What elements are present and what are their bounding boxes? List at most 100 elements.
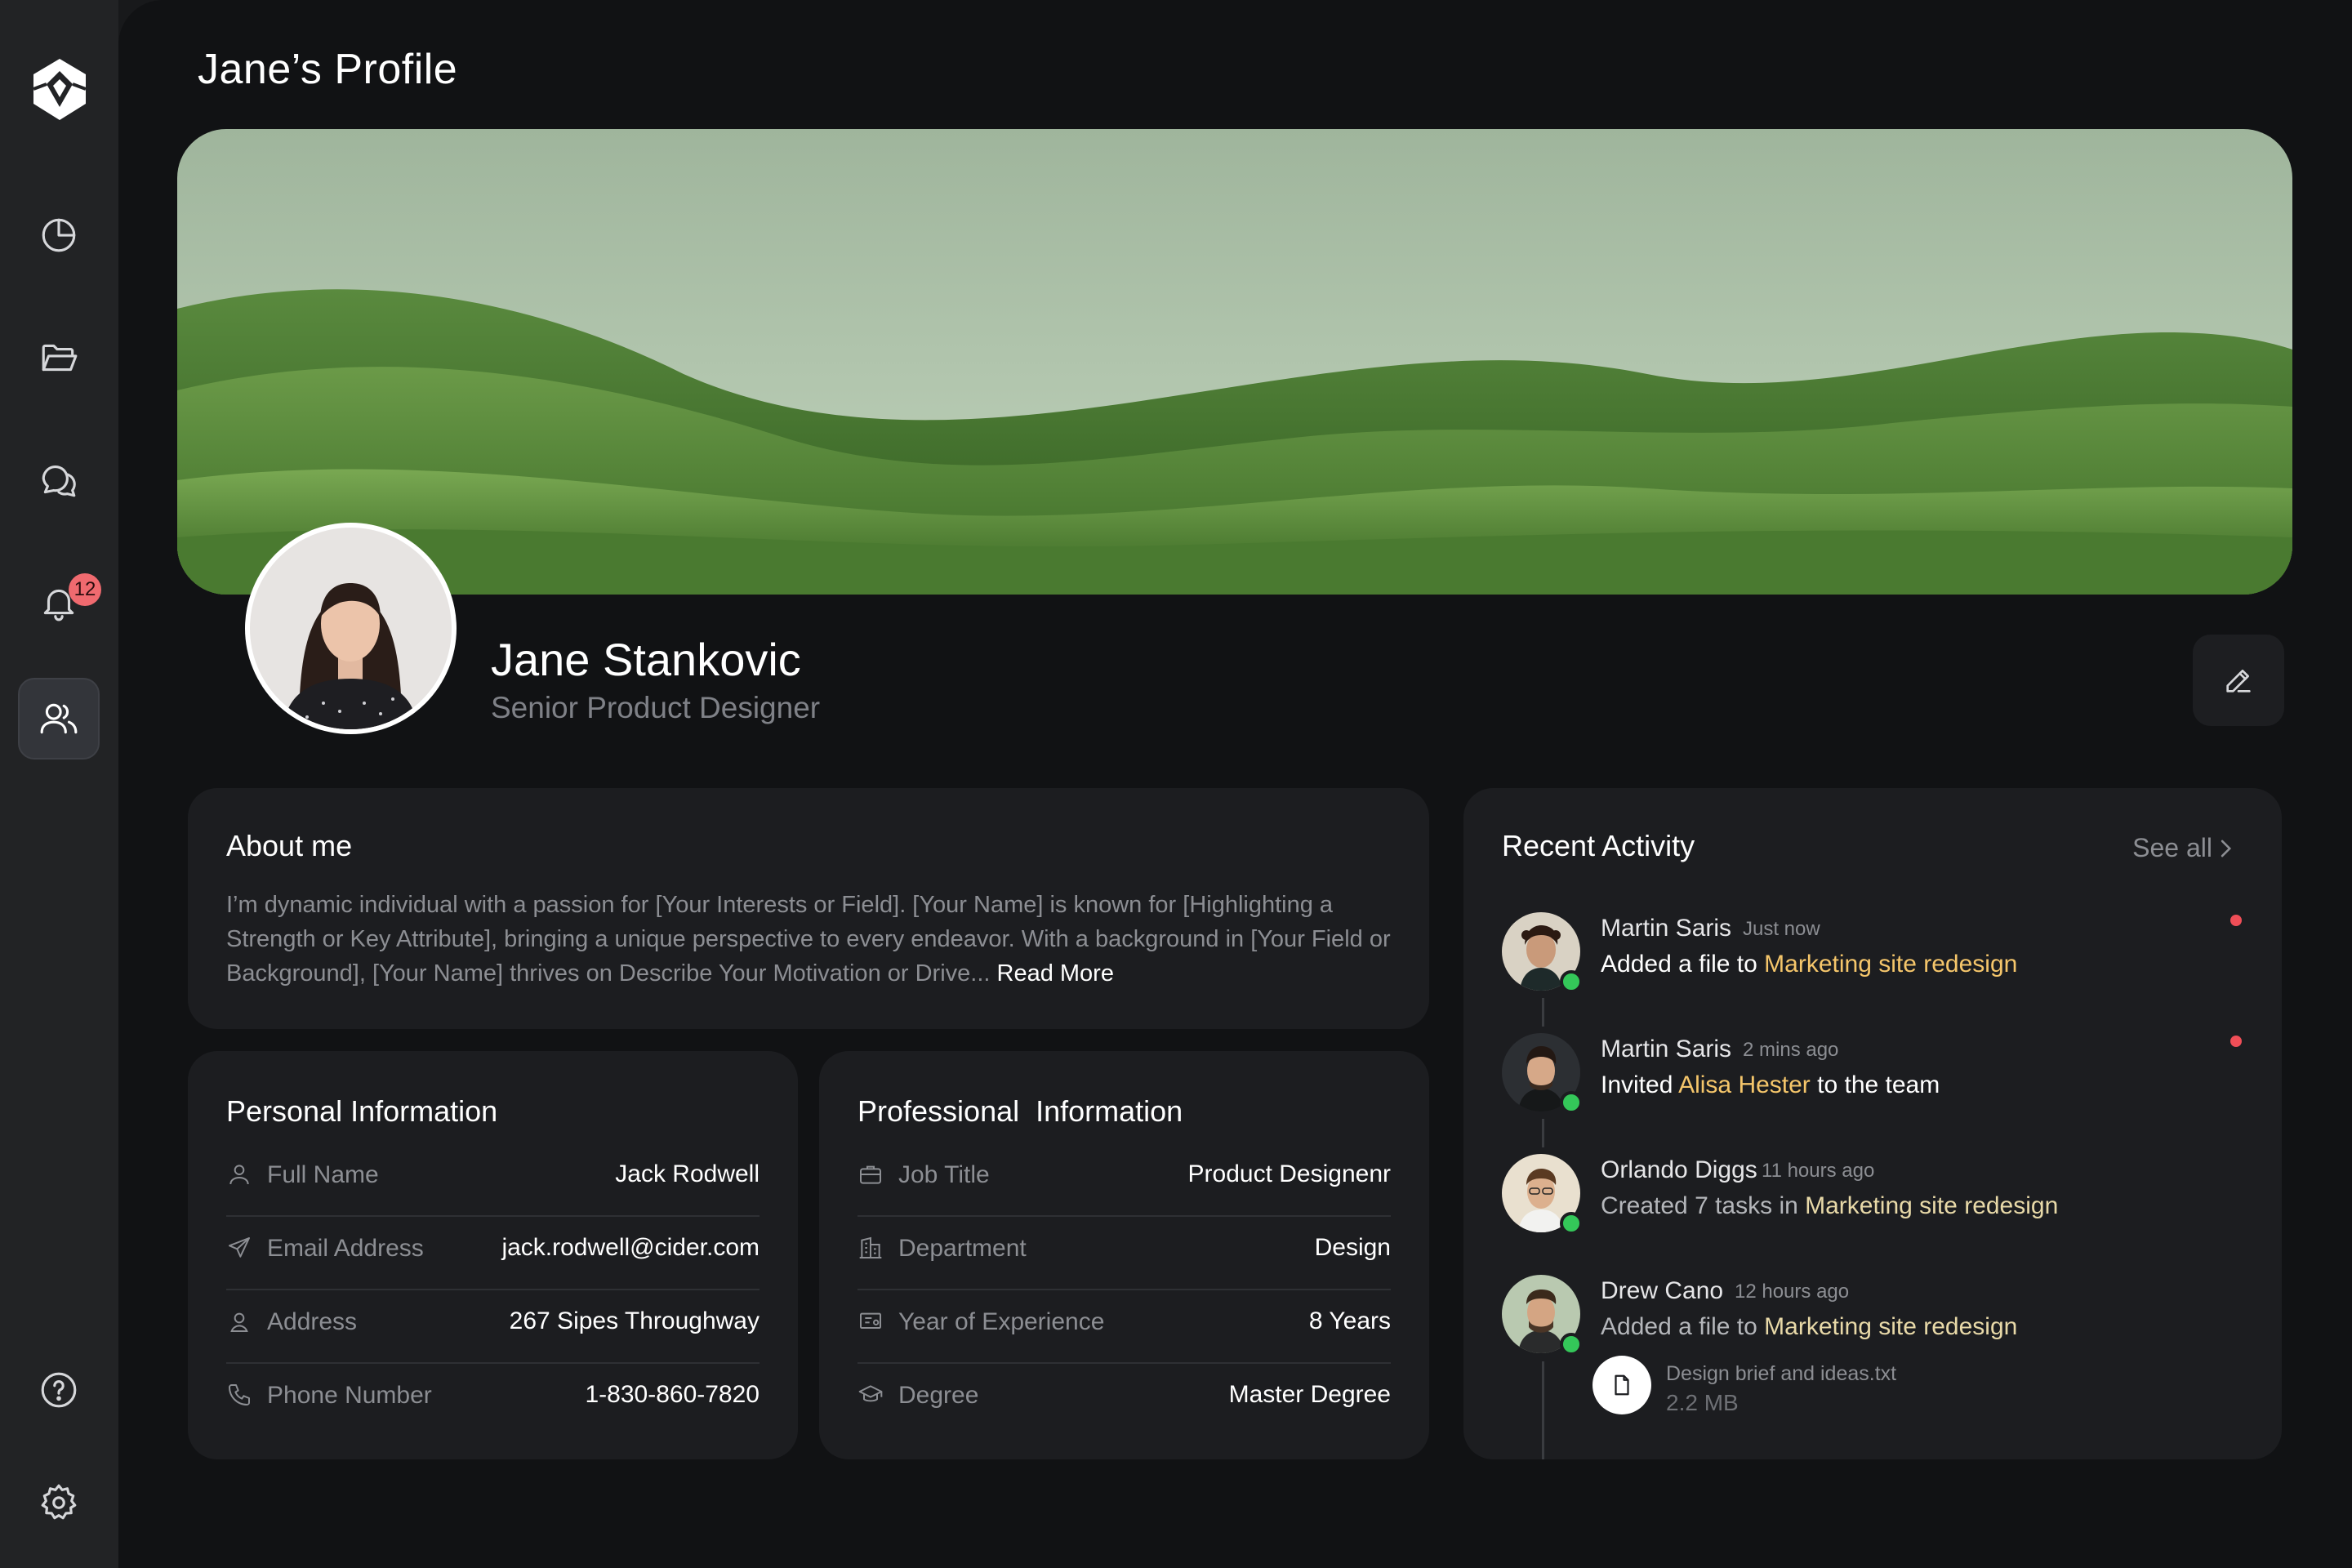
main-content: Jane’s Profile Jane Stankovic Senior Pro… — [118, 0, 2352, 1568]
profile-role: Senior Product Designer — [491, 691, 821, 724]
professional-info-card: Professional Information Job Title Produ… — [819, 1051, 1429, 1459]
file-name[interactable]: Design brief and ideas.txt — [1666, 1362, 1896, 1386]
activity-user-name: Orlando Diggs — [1601, 1156, 1757, 1183]
nav-notifications[interactable]: 12 — [18, 562, 101, 644]
timeline-line — [1542, 1361, 1544, 1459]
chevron-right-icon[interactable] — [2216, 838, 2234, 859]
nav-files[interactable] — [18, 317, 100, 399]
timeline-line — [1542, 998, 1544, 1027]
info-value: Design — [1314, 1234, 1391, 1261]
info-label: Address — [267, 1308, 358, 1335]
info-value: 8 Years — [1308, 1307, 1391, 1334]
personal-info-title: Personal Information — [226, 1094, 498, 1128]
nav-settings[interactable] — [18, 1462, 100, 1544]
send-icon — [229, 1237, 250, 1258]
edit-profile-button[interactable] — [2193, 635, 2284, 726]
chat-icon — [42, 466, 76, 497]
about-card: About me I’m dynamic individual with a p… — [188, 788, 1429, 1029]
unread-indicator — [2230, 1036, 2242, 1047]
online-status-dot — [1560, 1091, 1583, 1114]
profile-name: Jane Stankovic — [491, 634, 801, 685]
sidebar: 12 — [0, 0, 118, 1568]
building-icon — [859, 1236, 882, 1258]
help-icon — [41, 1372, 77, 1408]
folder-icon — [42, 344, 78, 372]
about-text: I’m dynamic individual with a passion fo… — [226, 888, 1410, 991]
read-more-link[interactable]: Read More — [997, 960, 1114, 987]
activity-text: Invited — [1601, 1071, 1679, 1098]
personal-info-card: Personal Information Full Name Jack Rodw… — [188, 1051, 798, 1459]
pie-chart-icon — [42, 218, 76, 252]
logo-icon[interactable] — [30, 56, 89, 123]
online-status-dot — [1560, 1333, 1583, 1356]
info-label: Full Name — [267, 1161, 379, 1188]
info-row-full-name: Full Name Jack Rodwell — [226, 1143, 760, 1217]
nav-help[interactable] — [18, 1349, 100, 1431]
about-body: I’m dynamic individual with a passion fo… — [226, 892, 1391, 987]
file-attachment-icon[interactable] — [1592, 1356, 1651, 1414]
info-row-department: Department Design — [858, 1217, 1391, 1290]
activity-time: Just now — [1743, 918, 1820, 940]
activity-link[interactable]: Alisa Hester — [1678, 1071, 1811, 1098]
info-value: Master Degree — [1228, 1381, 1391, 1408]
nav-analytics[interactable] — [18, 194, 100, 276]
certificate-icon — [860, 1312, 881, 1329]
info-value: 1-830-860-7820 — [585, 1381, 760, 1408]
profile-avatar[interactable] — [245, 523, 457, 734]
activity-description: Invited Alisa Hester to the team — [1601, 1071, 1940, 1099]
see-all-link[interactable]: See all — [2132, 833, 2212, 863]
info-row-experience: Year of Experience 8 Years — [858, 1290, 1391, 1364]
info-value: jack.rodwell@cider.com — [501, 1234, 760, 1261]
nav-team[interactable] — [18, 678, 100, 760]
online-status-dot — [1560, 970, 1583, 993]
info-row-job-title: Job Title Product Designenr — [858, 1143, 1391, 1217]
activity-user-name: Martin Saris — [1601, 1036, 1732, 1062]
activity-time: 11 hours ago — [1762, 1160, 1875, 1182]
info-label: Email Address — [267, 1235, 424, 1262]
activity-time: 2 mins ago — [1743, 1039, 1839, 1061]
online-status-dot — [1560, 1212, 1583, 1235]
cover-image — [177, 129, 2292, 595]
activity-link[interactable]: Marketing site redesign — [1805, 1192, 2058, 1219]
phone-icon — [229, 1384, 250, 1405]
file-icon — [1615, 1374, 1629, 1396]
user-icon — [229, 1165, 249, 1185]
timeline-line — [1542, 1119, 1544, 1147]
info-row-degree: Degree Master Degree — [858, 1364, 1391, 1437]
unread-indicator — [2230, 915, 2242, 926]
activity-text: to the team — [1810, 1071, 1940, 1098]
info-row-email: Email Address jack.rodwell@cider.com — [226, 1217, 760, 1290]
info-label: Department — [898, 1235, 1027, 1262]
info-row-address: Address 267 Sipes Throughway — [226, 1290, 760, 1364]
graduation-cap-icon — [858, 1385, 883, 1402]
notification-badge: 12 — [69, 573, 101, 606]
info-value: Jack Rodwell — [615, 1160, 760, 1187]
professional-info-title: Professional Information — [858, 1094, 1183, 1128]
activity-description: Added a file to Marketing site redesign — [1601, 951, 2017, 978]
recent-activity-card: Recent Activity See all Martin Saris Jus… — [1463, 788, 2282, 1459]
activity-link[interactable]: Marketing site redesign — [1764, 951, 2017, 978]
gear-icon — [41, 1484, 77, 1520]
activity-user-name: Martin Saris — [1601, 915, 1732, 942]
file-size: 2.2 MB — [1666, 1390, 1739, 1415]
pencil-icon — [2226, 670, 2251, 693]
activity-text: Created 7 tasks in — [1601, 1192, 1806, 1219]
page-title: Jane’s Profile — [198, 46, 458, 93]
info-label: Degree — [898, 1382, 979, 1409]
about-title: About me — [226, 829, 353, 862]
info-value: Product Designenr — [1187, 1160, 1391, 1187]
activity-link[interactable]: Marketing site redesign — [1764, 1313, 2017, 1340]
recent-activity-title: Recent Activity — [1502, 829, 1695, 862]
briefcase-icon — [860, 1165, 881, 1184]
activity-user-name: Drew Cano — [1601, 1277, 1724, 1304]
info-value: 267 Sipes Throughway — [509, 1307, 760, 1334]
users-icon — [40, 703, 78, 734]
activity-time: 12 hours ago — [1735, 1281, 1850, 1303]
activity-description: Added a file to Marketing site redesign — [1601, 1313, 2017, 1341]
activity-text: Added a file to — [1601, 1313, 1765, 1340]
info-label: Year of Experience — [898, 1308, 1105, 1335]
location-icon — [230, 1312, 248, 1332]
nav-messages[interactable] — [18, 439, 100, 521]
info-row-phone: Phone Number 1-830-860-7820 — [226, 1364, 760, 1437]
info-label: Job Title — [898, 1161, 990, 1188]
